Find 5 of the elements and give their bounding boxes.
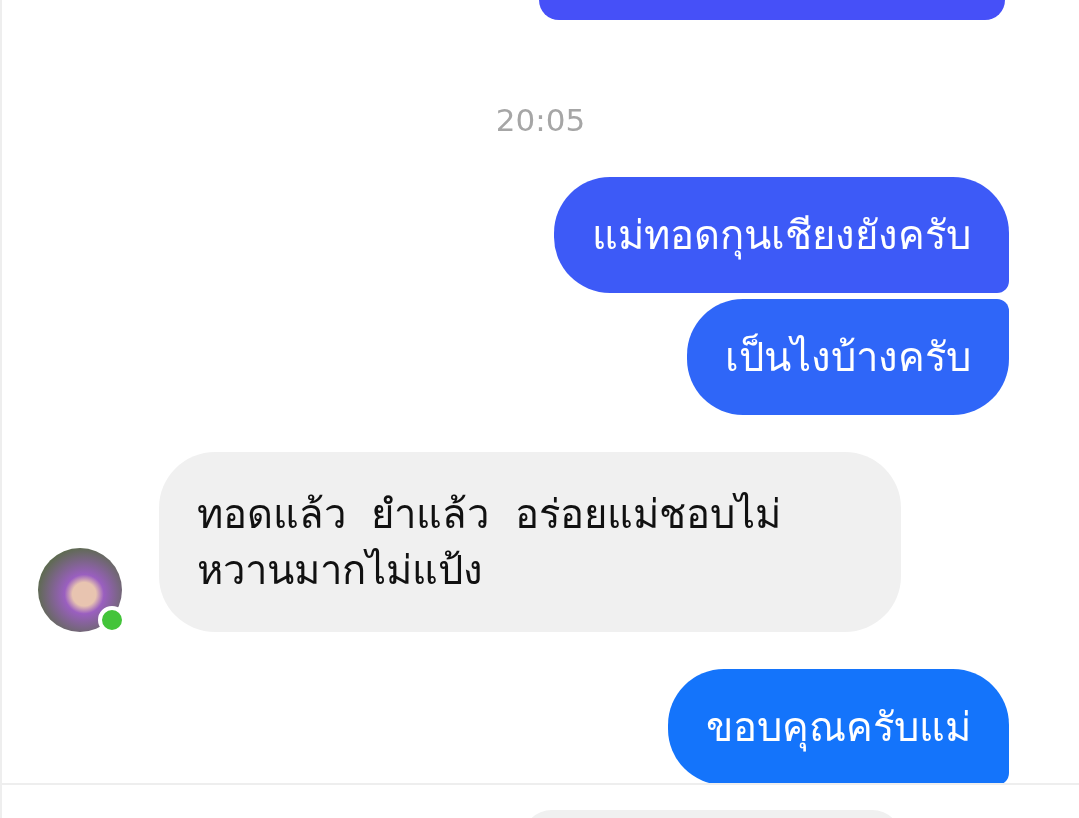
timestamp: 20:05 (495, 101, 586, 140)
message-bubble: ทอดแล้ว ยำแล้ว อร่อยแม่ชอบไม่หวานมากไม่แป้ง (159, 452, 901, 632)
message-bubble: เป็นไงบ้างครับ (687, 299, 1009, 415)
message-bubble: แม่ทอดกุนเชียงยังครับ (554, 177, 1009, 293)
message-bubble: ขอบคุณครับแม่ (668, 669, 1009, 783)
